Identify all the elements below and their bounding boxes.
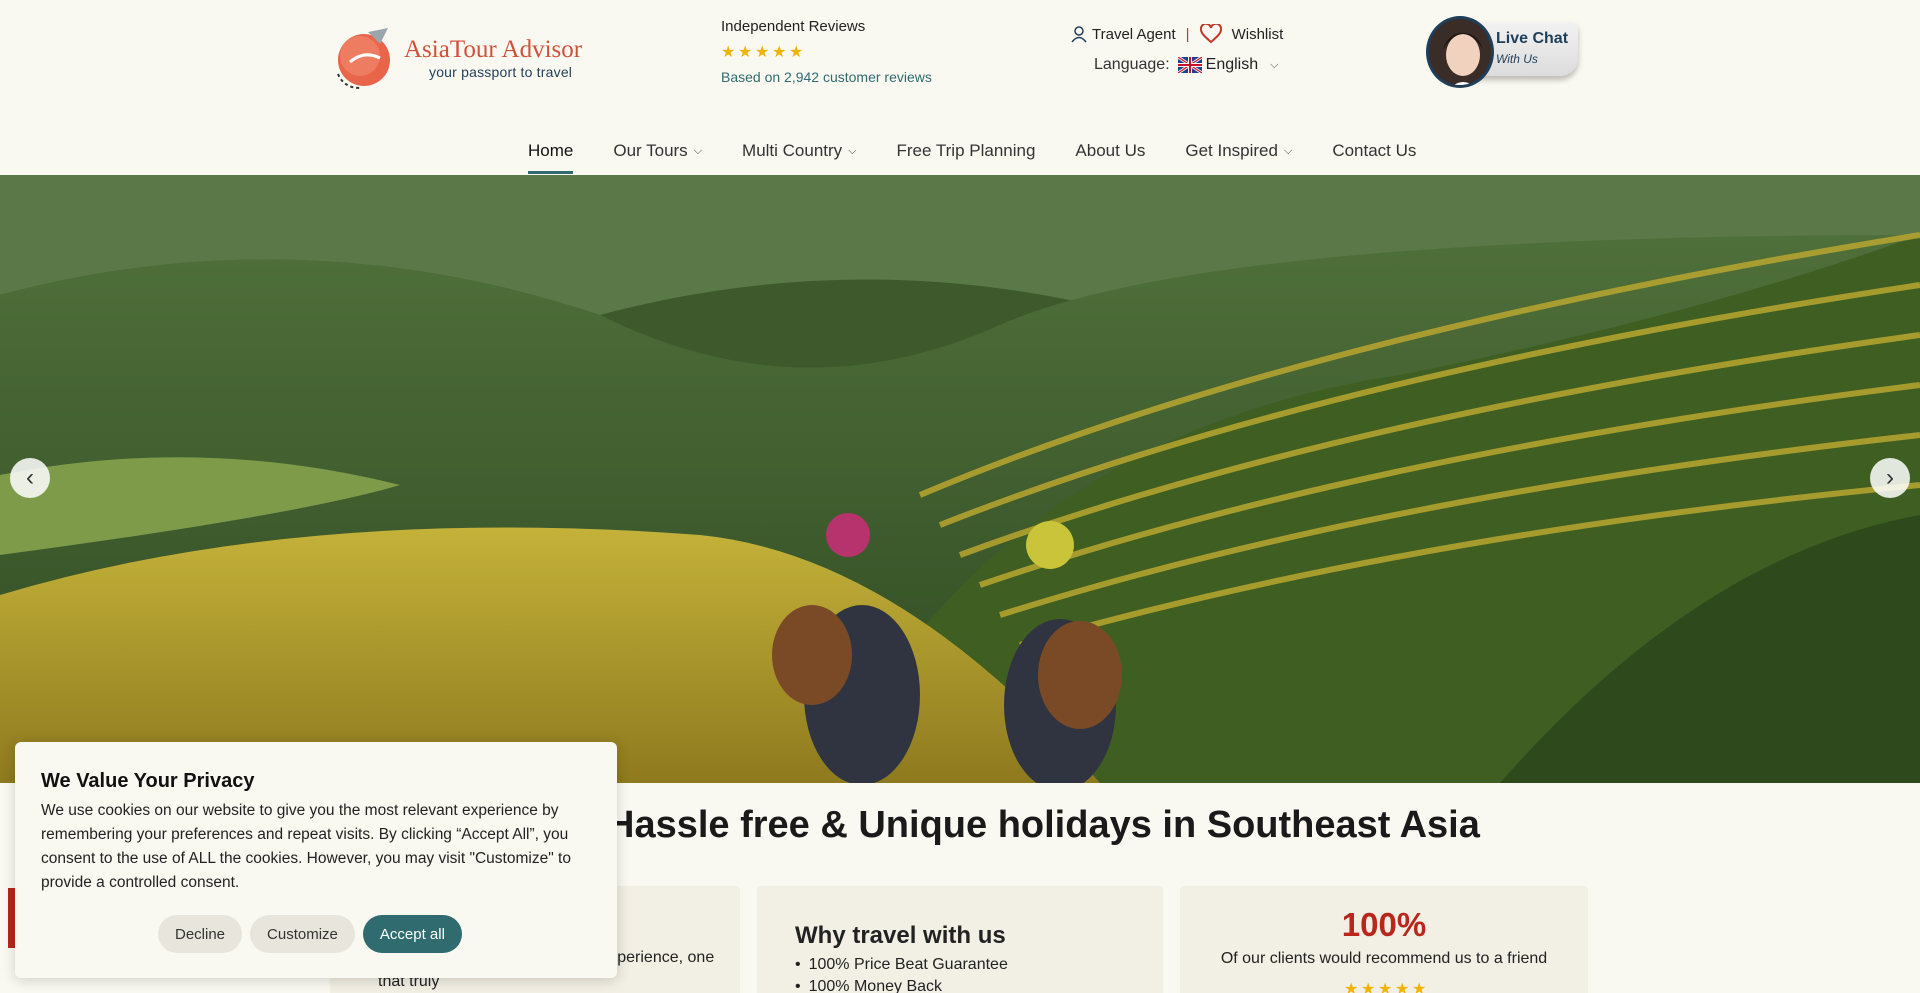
reviews-count: Based on 2,942 customer reviews — [721, 69, 932, 85]
chevron-down-icon: ⌵ — [1270, 58, 1279, 71]
nav-label: About Us — [1075, 141, 1146, 160]
uk-flag-icon — [1177, 57, 1202, 73]
why-travel-list: 100% Price Beat Guarantee 100% Money Bac… — [795, 954, 1008, 993]
why-travel-title: Why travel with us — [795, 922, 1006, 949]
travel-agent-label: Travel Agent — [1092, 25, 1176, 43]
live-chat-subtitle: With Us — [1496, 52, 1538, 66]
chevron-left-icon: ‹ — [26, 464, 34, 491]
star-icon: ★ — [772, 44, 787, 61]
customize-button[interactable]: Customize — [250, 915, 355, 953]
nav-label: Multi Country — [742, 141, 843, 160]
chevron-down-icon: ⌵ — [1283, 144, 1293, 157]
recommend-card: 100% Of our clients would recommend us t… — [1180, 886, 1588, 993]
top-links: Travel Agent | Wishlist — [1070, 24, 1283, 44]
star-icon: ★ — [755, 44, 770, 61]
recommend-percent: 100% — [1341, 906, 1427, 943]
wishlist-link[interactable]: Wishlist — [1199, 24, 1284, 44]
chevron-down-icon: ⌵ — [848, 144, 857, 157]
nav-home[interactable]: Home — [528, 128, 574, 174]
logo-tagline: your passport to travel — [429, 64, 573, 80]
main-nav: Home Our Tours ⌵ Multi Country ⌵ Free Tr… — [528, 128, 1456, 174]
chevron-down-icon: ⌵ — [693, 144, 703, 157]
decline-button[interactable]: Decline — [158, 915, 243, 953]
link-separator: | — [1185, 25, 1190, 43]
star-icon: ★ — [1412, 981, 1427, 993]
nav-multi-country[interactable]: Multi Country ⌵ — [742, 128, 856, 174]
list-item: 100% Money Back — [795, 976, 1008, 993]
language-selector: Language: English ⌵ — [1094, 56, 1278, 74]
recommend-stars: ★ ★ ★ ★ ★ — [1344, 982, 1428, 993]
cookie-actions: Decline Customize Accept all — [158, 915, 462, 953]
chevron-right-icon: › — [1886, 464, 1894, 491]
why-travel-card: Why travel with us 100% Price Beat Guara… — [757, 886, 1163, 993]
site-header: AsiaTour Advisor your passport to travel… — [0, 0, 1920, 175]
nav-about-us[interactable]: About Us — [1075, 128, 1145, 174]
agent-avatar — [1426, 16, 1494, 88]
star-icon: ★ — [1361, 981, 1376, 993]
heart-icon — [1199, 24, 1222, 44]
star-icon: ★ — [738, 44, 753, 61]
wishlist-label: Wishlist — [1231, 25, 1284, 43]
user-icon — [1071, 26, 1087, 43]
accept-all-button[interactable]: Accept all — [362, 915, 462, 953]
star-icon: ★ — [789, 44, 804, 61]
language-label: Language: — [1094, 56, 1170, 73]
hero-slider: ‹ › — [0, 175, 1920, 783]
hero-image — [0, 175, 1920, 783]
nav-free-trip-planning[interactable]: Free Trip Planning — [897, 128, 1036, 174]
cookie-text: We use cookies on our website to give yo… — [41, 802, 571, 891]
language-dropdown[interactable]: English ⌵ — [1177, 56, 1279, 74]
nav-contact-us[interactable]: Contact Us — [1332, 128, 1416, 174]
star-icon: ★ — [721, 44, 736, 61]
language-value: English — [1205, 56, 1259, 73]
nav-get-inspired[interactable]: Get Inspired ⌵ — [1185, 128, 1292, 174]
list-item: 100% Price Beat Guarantee — [795, 954, 1008, 976]
cookie-title: We Value Your Privacy — [41, 770, 255, 792]
travel-agent-link[interactable]: Travel Agent — [1070, 25, 1176, 43]
reviews-stars: ★ ★ ★ ★ ★ — [721, 45, 932, 61]
star-icon: ★ — [1395, 981, 1410, 993]
hero-next-button[interactable]: › — [1870, 458, 1910, 498]
hero-prev-button[interactable]: ‹ — [10, 458, 50, 498]
live-chat-title: Live Chat — [1496, 30, 1569, 47]
nav-label: Get Inspired — [1185, 141, 1278, 160]
live-chat-button[interactable]: Live Chat With Us — [1426, 16, 1580, 92]
site-logo[interactable]: AsiaTour Advisor your passport to travel — [330, 22, 590, 92]
nav-label: Our Tours — [613, 141, 688, 160]
nav-our-tours[interactable]: Our Tours ⌵ — [613, 128, 702, 174]
page-headline: Hassle free & Unique holidays in Southea… — [607, 804, 1480, 846]
nav-label: Free Trip Planning — [896, 141, 1036, 160]
logo-name: AsiaTour Advisor — [404, 36, 583, 63]
star-icon: ★ — [1378, 981, 1393, 993]
recommend-text: Of our clients would recommend us to a f… — [1220, 950, 1548, 967]
reviews-widget[interactable]: Independent Reviews ★ ★ ★ ★ ★ Based on 2… — [721, 18, 932, 85]
reviews-title: Independent Reviews — [721, 18, 866, 35]
nav-label: Contact Us — [1332, 141, 1417, 160]
star-icon: ★ — [1344, 981, 1359, 993]
nav-label: Home — [528, 141, 574, 160]
cookie-consent-dialog: We Value Your Privacy We use cookies on … — [15, 742, 617, 978]
logo-globe-icon — [337, 28, 390, 89]
